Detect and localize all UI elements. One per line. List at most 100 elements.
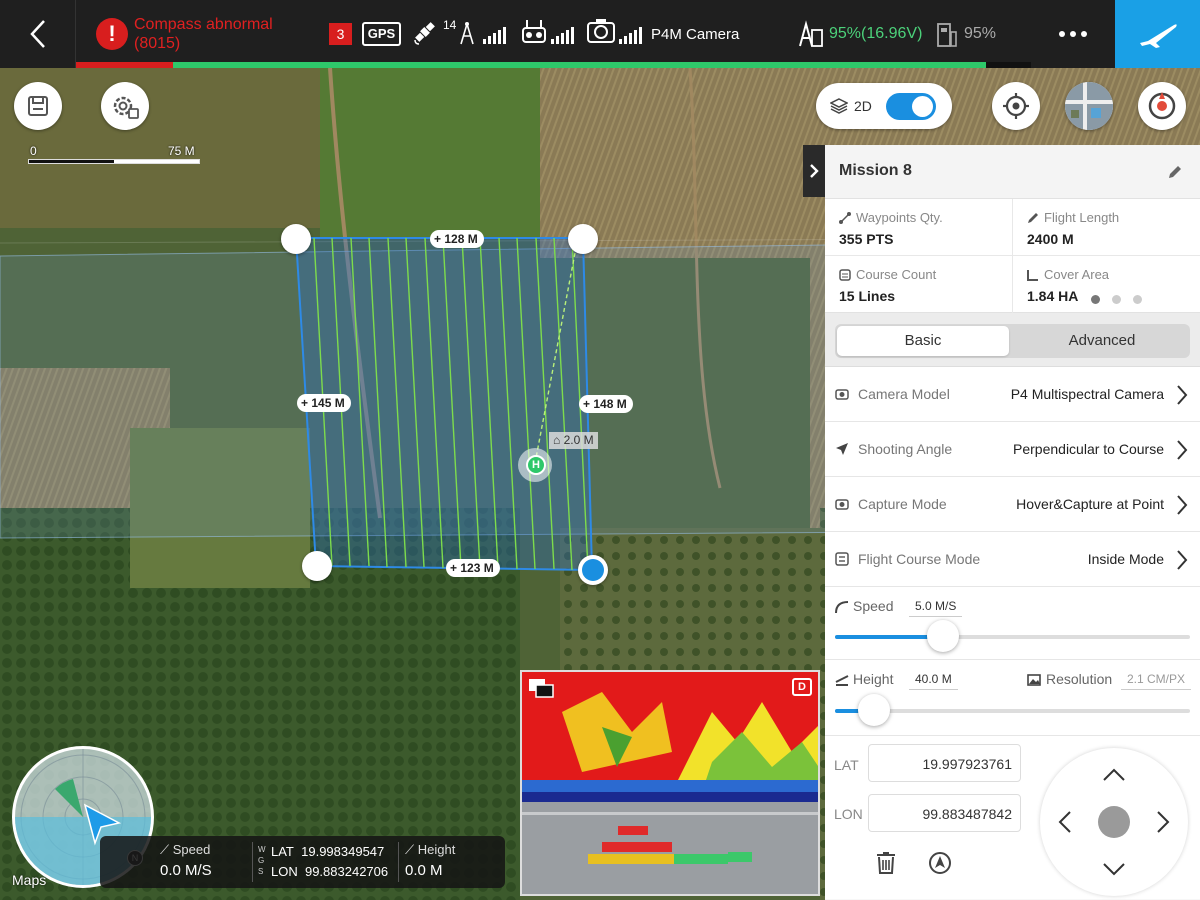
- camera-icon: [587, 19, 615, 43]
- video-signal-icon: [619, 26, 642, 44]
- mission-header: Mission 8: [825, 145, 1200, 199]
- compass-icon: [1148, 92, 1176, 120]
- tab-basic[interactable]: Basic: [837, 326, 1009, 356]
- speed-value[interactable]: 5.0 M/S: [909, 597, 963, 617]
- speed-slider-handle[interactable]: [927, 620, 959, 652]
- setting-shooting-angle[interactable]: Shooting Angle Perpendicular to Course: [825, 422, 1200, 477]
- dimension-label-right[interactable]: + 148 M: [579, 395, 633, 413]
- corner-point-top-right[interactable]: [568, 224, 598, 254]
- stat-cover-area: Cover Area 1.84 HA: [1027, 267, 1110, 304]
- setting-camera-model[interactable]: Camera Model P4 Multispectral Camera: [825, 367, 1200, 422]
- start-flight-button[interactable]: [1115, 0, 1200, 68]
- save-mission-button[interactable]: [14, 82, 62, 130]
- map-scale-bar: 0 75 M: [28, 144, 200, 166]
- aircraft-battery-icon: [799, 20, 823, 47]
- setting-flight-course-mode[interactable]: Flight Course Mode Inside Mode: [825, 532, 1200, 587]
- stat-flight-length: Flight Length 2400 M: [1027, 210, 1120, 247]
- maps-attribution: Maps: [12, 872, 47, 888]
- navigate-to-point-icon[interactable]: [928, 851, 952, 875]
- image-icon: [1027, 674, 1041, 686]
- resolution-label: Resolution: [1046, 671, 1113, 687]
- corner-point-bottom-right[interactable]: [578, 555, 608, 585]
- satellite-thumbnail-icon: [1065, 82, 1113, 130]
- camera-label: P4M Camera: [651, 26, 740, 43]
- lat-input[interactable]: 19.997923761: [868, 744, 1021, 782]
- satellite-icon: [414, 22, 435, 45]
- resolution-value: 2.1 CM/PX: [1121, 670, 1192, 690]
- pencil-icon[interactable]: [1166, 163, 1184, 181]
- dimension-label-top[interactable]: + 128 M: [430, 230, 484, 248]
- camera-preview[interactable]: D: [520, 670, 820, 896]
- dimension-label-left[interactable]: + 145 M: [297, 394, 351, 412]
- height-slider-handle[interactable]: [858, 694, 890, 726]
- chevron-right-icon: [1177, 550, 1188, 570]
- collapse-panel-button[interactable]: [803, 145, 825, 197]
- setting-capture-mode[interactable]: Capture Mode Hover&Capture at Point: [825, 477, 1200, 532]
- map-2d-toggle[interactable]: 2D: [816, 83, 952, 129]
- stat-course-count: Course Count 15 Lines: [839, 267, 937, 304]
- settings-tabs: Basic Advanced: [825, 313, 1200, 367]
- satellite-count: 14: [443, 18, 457, 32]
- height-value[interactable]: 40.0 M: [909, 670, 958, 690]
- map-type-button[interactable]: [1065, 82, 1113, 130]
- gps-signal-icon: [483, 26, 506, 44]
- rtk-antenna-icon: [460, 22, 474, 45]
- selected-point-dot: [582, 559, 604, 581]
- speed-slider[interactable]: [835, 620, 1190, 652]
- chevron-right-icon[interactable]: [1156, 810, 1170, 834]
- dimension-label-bottom[interactable]: + 123 M: [446, 559, 500, 577]
- layers-icon: [830, 98, 848, 114]
- trash-icon[interactable]: [875, 851, 897, 875]
- mission-progress: [76, 62, 1031, 68]
- more-menu-button[interactable]: [1031, 0, 1115, 68]
- airplane-icon: [1139, 24, 1177, 48]
- alert-message[interactable]: Compass abnormal (8015): [134, 15, 304, 53]
- chevron-right-icon: [1177, 495, 1188, 515]
- area-icon: [1027, 269, 1038, 281]
- direction-pad-center[interactable]: [1098, 806, 1130, 838]
- list-icon: [839, 268, 851, 281]
- alert-count-badge[interactable]: 3: [329, 23, 352, 45]
- back-button[interactable]: [0, 0, 76, 68]
- chevron-left-icon[interactable]: [1058, 810, 1072, 834]
- chevron-down-icon[interactable]: [1102, 862, 1126, 876]
- pencil-icon: [1028, 212, 1038, 223]
- compass-calibrate-button[interactable]: [1138, 82, 1186, 130]
- swap-view-icon[interactable]: [528, 678, 554, 698]
- mission-stats[interactable]: Waypoints Qty. 355 PTS Flight Length 240…: [825, 199, 1200, 313]
- navigation-arrow-icon: [836, 443, 848, 455]
- stats-page-indicator[interactable]: [1091, 295, 1142, 304]
- camera-mode-badge[interactable]: D: [792, 678, 812, 696]
- tab-advanced[interactable]: Advanced: [1016, 326, 1188, 356]
- home-point-marker[interactable]: H: [518, 448, 552, 482]
- chevron-right-icon: [1177, 440, 1188, 460]
- stat-waypoints: Waypoints Qty. 355 PTS: [839, 210, 943, 247]
- telemetry-lon: LON 99.883242706: [271, 864, 389, 879]
- height-slider[interactable]: [835, 694, 1190, 726]
- status-bar: ! Compass abnormal (8015) 3 GPS 14 P4M C…: [0, 0, 1200, 68]
- chevron-left-icon: [29, 20, 45, 48]
- home-point-icon: H: [526, 455, 546, 475]
- map-mode-label: 2D: [854, 98, 872, 114]
- corner-point-bottom-left[interactable]: [302, 551, 332, 581]
- save-icon: [28, 96, 48, 116]
- speed-setting: Speed 5.0 M/S: [825, 587, 1200, 660]
- map-mode-switch[interactable]: [886, 93, 936, 120]
- waypoint-direction-pad: [1040, 748, 1188, 896]
- settings-button[interactable]: [101, 82, 149, 130]
- height-icon: ⟋: [405, 842, 415, 857]
- camera-icon: [835, 389, 849, 400]
- lat-label: LAT: [834, 757, 859, 773]
- locate-aircraft-button[interactable]: [992, 82, 1040, 130]
- chevron-up-icon[interactable]: [1102, 768, 1126, 782]
- aircraft-battery-level: 95%(16.96V): [829, 25, 923, 42]
- rc-battery-level: 95%: [964, 25, 997, 42]
- waypoint-coordinates: LAT 19.997923761 LON 99.883487842: [825, 736, 1200, 899]
- telemetry-speed: ⟋ Speed 0.0 M/S: [160, 842, 212, 879]
- crosshair-icon: [1003, 93, 1029, 119]
- mission-settings-panel: Mission 8 Waypoints Qty. 355 PTS Flight …: [825, 145, 1200, 900]
- corner-point-top-left[interactable]: [281, 224, 311, 254]
- lon-input[interactable]: 99.883487842: [868, 794, 1021, 832]
- speed-icon: [835, 601, 849, 614]
- aircraft-status[interactable]: ! Compass abnormal (8015) 3 GPS 14 P4M C…: [76, 0, 1031, 68]
